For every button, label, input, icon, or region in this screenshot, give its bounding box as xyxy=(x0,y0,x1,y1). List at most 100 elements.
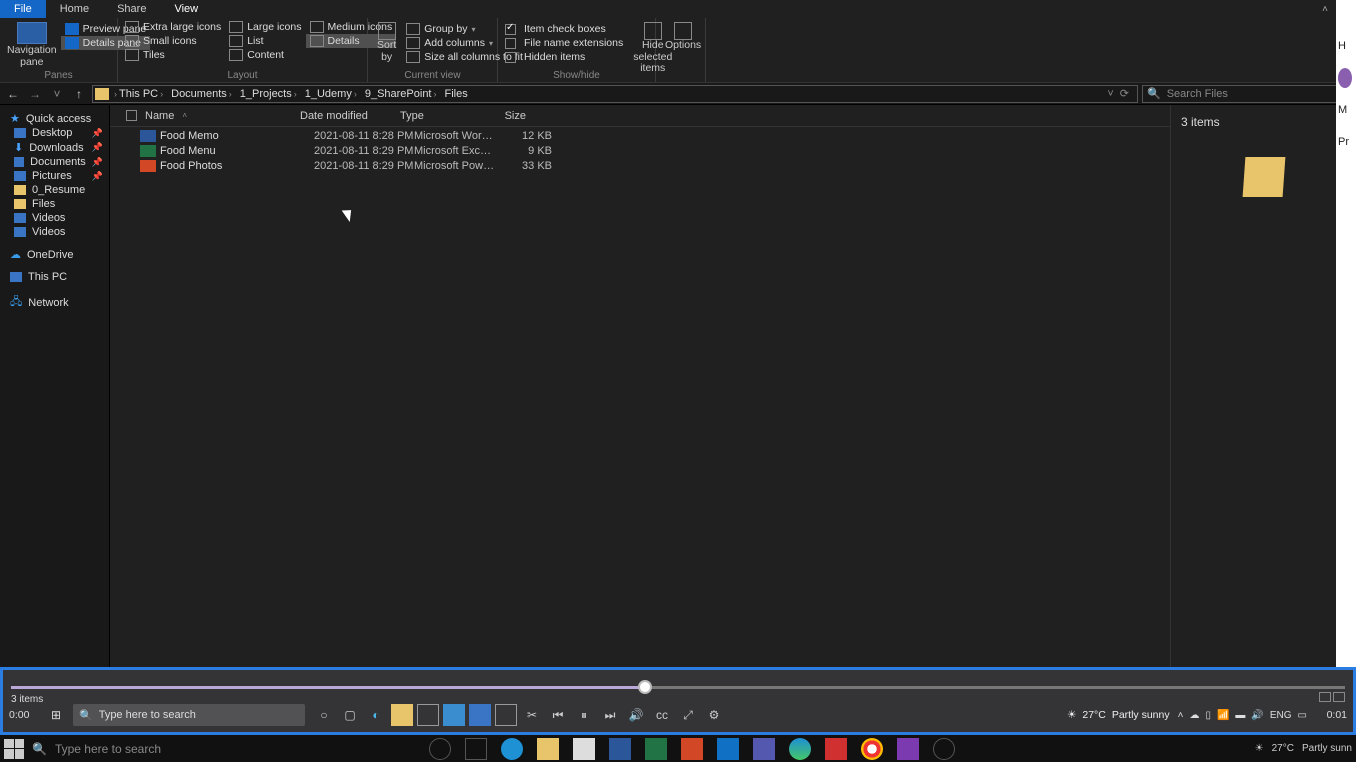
nav-videos[interactable]: Videos xyxy=(0,211,109,225)
cloud-icon[interactable]: ☁ xyxy=(1189,710,1199,721)
tray-up-icon[interactable]: ˄ xyxy=(1178,710,1184,721)
nav-quick-access[interactable]: ★Quick access xyxy=(0,111,109,126)
layout-list[interactable]: List xyxy=(225,34,305,48)
mouse-cursor-icon xyxy=(345,207,355,221)
tab-home[interactable]: Home xyxy=(46,0,103,18)
column-date[interactable]: Date modified xyxy=(294,110,394,122)
cortana-icon[interactable]: ○ xyxy=(313,704,335,726)
nav-videos-2[interactable]: Videos xyxy=(0,225,109,239)
edge-icon[interactable]: ◐ xyxy=(365,704,387,726)
start-button[interactable] xyxy=(4,739,24,759)
breadcrumb[interactable]: ›This PC› Documents› 1_Projects› 1_Udemy… xyxy=(92,85,1138,103)
nav-documents[interactable]: Documents📌 xyxy=(0,155,109,169)
minimize-icon[interactable]: ˄ xyxy=(1318,2,1332,16)
overlay-start-icon[interactable]: ⊞ xyxy=(47,706,65,724)
fullscreen-icon[interactable]: ⤢ xyxy=(677,704,699,726)
nav-recent-icon[interactable]: ˅ xyxy=(48,87,66,101)
video-time-current: 0:00 xyxy=(9,709,39,721)
store-icon[interactable] xyxy=(417,704,439,726)
search-icon: 🔍 xyxy=(32,742,47,756)
avatar xyxy=(1338,68,1352,88)
nav-up-icon[interactable]: ↑ xyxy=(70,87,88,101)
app-3-icon[interactable]: ✂ xyxy=(521,704,543,726)
nav-pictures[interactable]: Pictures📌 xyxy=(0,169,109,183)
video-player-overlay: 3 items 0:00 ⊞ 🔍 Type here to search ○ ▢… xyxy=(0,667,1356,735)
nav-forward-icon[interactable]: → xyxy=(26,87,44,101)
addr-dropdown-icon[interactable]: ˅ xyxy=(1107,88,1113,100)
teams-icon[interactable] xyxy=(753,738,775,760)
volume-icon[interactable]: 🔊 xyxy=(625,704,647,726)
sound-icon[interactable]: 🔊 xyxy=(1251,710,1263,721)
column-size[interactable]: Size xyxy=(476,110,532,122)
lang-indicator[interactable]: ENG xyxy=(1270,710,1292,721)
app-2-icon[interactable] xyxy=(495,704,517,726)
overlay-weather[interactable]: ☀27°CPartly sunny xyxy=(1067,709,1170,721)
explorer-icon[interactable] xyxy=(537,738,559,760)
file-row[interactable]: Food Memo2021-08-11 8:28 PMMicrosoft Wor… xyxy=(110,128,1170,143)
sort-by-button[interactable]: Sort by xyxy=(371,20,402,65)
tab-share[interactable]: Share xyxy=(103,0,160,18)
navigation-pane-button[interactable]: Navigation pane xyxy=(3,20,61,70)
store-icon[interactable] xyxy=(573,738,595,760)
layout-large[interactable]: Large icons xyxy=(225,20,305,34)
overlay-search-input[interactable]: 🔍 Type here to search xyxy=(73,704,305,726)
excel-icon[interactable] xyxy=(645,738,667,760)
file-name-ext-toggle[interactable]: File name extensions xyxy=(501,36,627,50)
nav-files[interactable]: Files xyxy=(0,197,109,211)
notif-icon[interactable]: ▭ xyxy=(1298,710,1307,721)
nav-network[interactable]: 🖧Network xyxy=(0,292,109,313)
refresh-icon[interactable]: ⟳ xyxy=(1120,87,1129,100)
app-icon[interactable] xyxy=(933,738,955,760)
mail-icon[interactable] xyxy=(469,704,491,726)
column-type[interactable]: Type xyxy=(394,110,476,122)
cortana-icon[interactable] xyxy=(429,738,451,760)
nav-resume[interactable]: 0_Resume xyxy=(0,183,109,197)
play-pause-icon[interactable]: ⏸ xyxy=(573,704,595,726)
settings-icon[interactable]: ⚙ xyxy=(703,704,725,726)
current-view-group-label: Current view xyxy=(368,70,497,82)
task-view-icon[interactable] xyxy=(465,738,487,760)
ppt-icon[interactable] xyxy=(681,738,703,760)
tab-file[interactable]: File xyxy=(0,0,46,18)
ppt-icon xyxy=(140,160,156,172)
layout-small[interactable]: Small icons xyxy=(121,34,225,48)
explorer-icon[interactable] xyxy=(391,704,413,726)
rewind-icon[interactable]: ⏮ xyxy=(547,704,569,726)
layout-content[interactable]: Content xyxy=(225,48,305,62)
battery-icon[interactable]: ▬ xyxy=(1235,710,1245,721)
folder-icon xyxy=(1242,157,1285,197)
onenote-icon[interactable] xyxy=(897,738,919,760)
nav-back-icon[interactable]: ← xyxy=(4,87,22,101)
app-1-icon[interactable] xyxy=(443,704,465,726)
nav-onedrive[interactable]: ☁OneDrive xyxy=(0,247,109,262)
closed-caption-icon[interactable]: cc xyxy=(651,704,673,726)
video-time-total: 0:01 xyxy=(1315,709,1347,721)
item-check-boxes-toggle[interactable]: Item check boxes xyxy=(501,22,627,36)
acrobat-icon[interactable] xyxy=(825,738,847,760)
task-view-icon[interactable]: ▢ xyxy=(339,704,361,726)
layout-tiles[interactable]: Tiles xyxy=(121,48,225,62)
tab-view[interactable]: View xyxy=(160,0,212,18)
bt-icon[interactable]: ▯ xyxy=(1205,710,1211,721)
search-input[interactable]: 🔍 Search Files xyxy=(1142,85,1352,103)
hidden-items-toggle[interactable]: Hidden items xyxy=(501,50,627,64)
nav-downloads[interactable]: ⬇Downloads📌 xyxy=(0,140,109,155)
options-button[interactable]: Options xyxy=(659,20,707,54)
edge-icon[interactable] xyxy=(501,738,523,760)
layout-extra-large[interactable]: Extra large icons xyxy=(121,20,225,34)
right-app-sliver: H M Pr xyxy=(1336,0,1356,670)
edge2-icon[interactable] xyxy=(789,738,811,760)
word-icon[interactable] xyxy=(609,738,631,760)
file-row[interactable]: Food Menu2021-08-11 8:29 PMMicrosoft Exc… xyxy=(110,143,1170,158)
taskbar-search-input[interactable]: 🔍 Type here to search xyxy=(32,742,161,756)
nav-desktop[interactable]: Desktop📌 xyxy=(0,126,109,140)
video-seek-thumb[interactable] xyxy=(638,680,652,694)
panes-group-label: Panes xyxy=(0,70,117,82)
column-name[interactable]: Name˄ xyxy=(120,110,294,122)
file-row[interactable]: Food Photos2021-08-11 8:29 PMMicrosoft P… xyxy=(110,158,1170,173)
chrome-icon[interactable] xyxy=(861,738,883,760)
outlook-icon[interactable] xyxy=(717,738,739,760)
nav-this-pc[interactable]: This PC xyxy=(0,270,109,284)
forward-icon[interactable]: ⏭ xyxy=(599,704,621,726)
wifi-icon[interactable]: 📶 xyxy=(1217,710,1229,721)
